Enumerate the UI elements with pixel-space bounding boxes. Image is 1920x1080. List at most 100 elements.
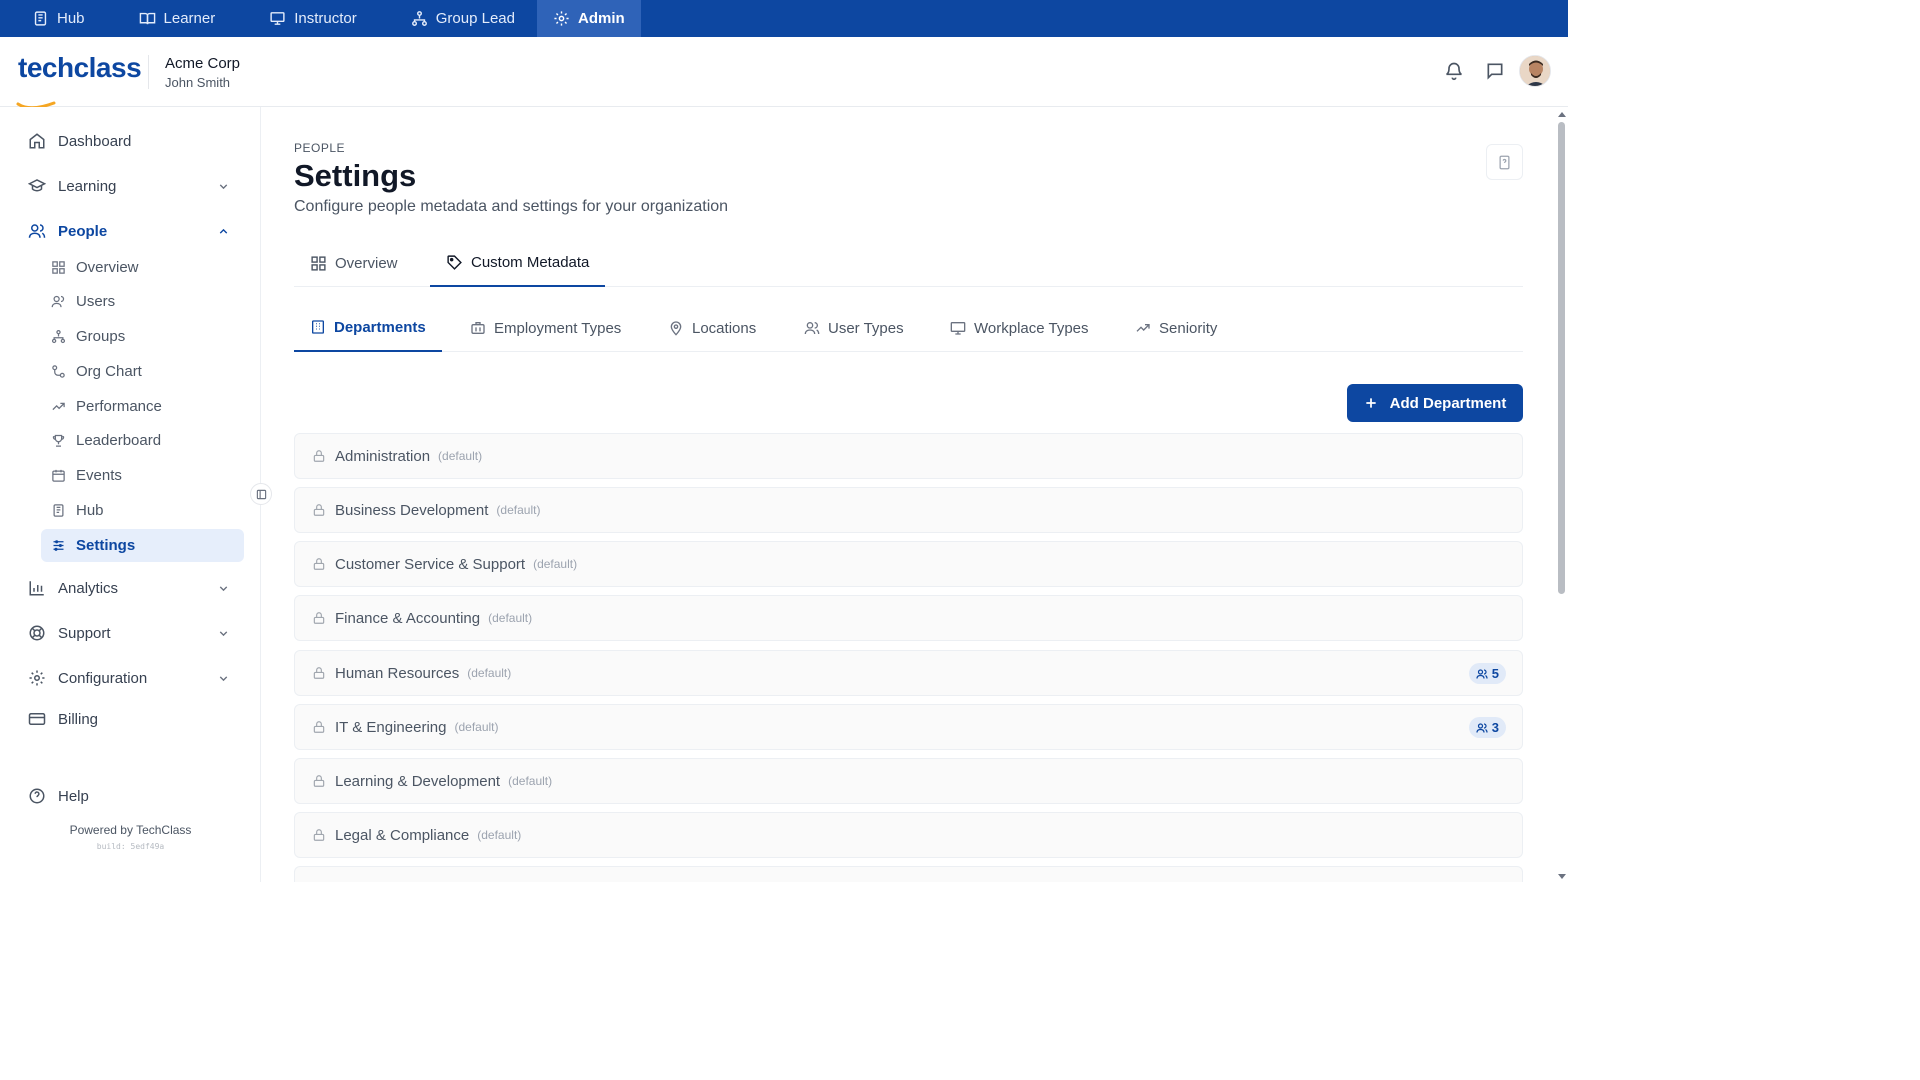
topnav-learner[interactable]: Learner: [107, 0, 238, 37]
user-avatar-icon: [1520, 56, 1550, 86]
subtab-seniority[interactable]: Seniority: [1119, 304, 1233, 352]
department-row[interactable]: Human Resources (default) 5: [294, 650, 1523, 696]
scroll-up-arrow[interactable]: [1558, 112, 1566, 117]
trophy-icon: [52, 434, 65, 447]
sidebar-subitem-groups[interactable]: Groups: [41, 320, 244, 353]
sidebar-subitem-label: Leaderboard: [76, 432, 162, 449]
department-row[interactable]: Legal & Compliance (default): [294, 812, 1523, 858]
subtab-employment-types[interactable]: Employment Types: [454, 304, 637, 352]
briefcase-icon: [471, 322, 485, 334]
default-tag: (default): [508, 774, 553, 788]
bell-icon: [1446, 62, 1462, 81]
subtab-user-types[interactable]: User Types: [788, 304, 920, 352]
notifications-button[interactable]: [1444, 61, 1464, 81]
sidebar-item-label: Analytics: [58, 579, 119, 597]
sidebar-subitem-settings[interactable]: Settings: [41, 529, 244, 562]
sidebar-subitem-performance[interactable]: Performance: [41, 390, 244, 423]
page-subtitle: Configure people metadata and settings f…: [294, 198, 729, 215]
department-row[interactable]: Business Development (default): [294, 487, 1523, 533]
sidebar-subitem-overview[interactable]: Overview: [41, 251, 244, 284]
sidebar-item-people[interactable]: People: [28, 219, 238, 243]
sidebar-item-billing[interactable]: Billing: [28, 707, 238, 731]
department-row[interactable]: IT & Engineering (default) 3: [294, 704, 1523, 750]
techclass-logo[interactable]: techclass: [18, 52, 142, 84]
sidebar-item-support[interactable]: Support: [28, 621, 238, 645]
tag-icon: [447, 255, 462, 270]
tab-overview[interactable]: Overview: [294, 240, 414, 287]
topnav-instructor[interactable]: Instructor: [237, 0, 379, 37]
trending-up-icon: [52, 402, 65, 411]
scroll-thumb[interactable]: [1558, 122, 1565, 594]
sidebar-item-learning[interactable]: Learning: [28, 174, 238, 198]
lock-icon: [313, 775, 325, 787]
department-row[interactable]: Finance & Accounting (default): [294, 595, 1523, 641]
sidebar-item-label: Dashboard: [58, 132, 132, 150]
chat-icon: [1487, 63, 1503, 80]
hierarchy-icon: [411, 11, 427, 26]
default-tag: (default): [467, 666, 512, 680]
member-count-badge: 5: [1468, 663, 1506, 684]
users-icon: [28, 224, 46, 238]
tab-label: Custom Metadata: [471, 254, 590, 271]
department-row[interactable]: Customer Service & Support (default): [294, 541, 1523, 587]
sidebar-subitem-label: Settings: [76, 537, 136, 554]
subtab-workplace-types[interactable]: Workplace Types: [934, 304, 1105, 352]
sidebar-subitem-label: Events: [76, 467, 122, 484]
plus-icon: [1365, 398, 1376, 408]
building-icon: [312, 320, 324, 334]
lock-icon: [313, 504, 325, 516]
sidebar-toggle-icon: [256, 489, 266, 499]
sidebar-item-configuration[interactable]: Configuration: [28, 666, 238, 690]
lock-icon: [313, 450, 325, 462]
sidebar-subitem-events[interactable]: Events: [41, 459, 244, 492]
chevron-down-icon: [219, 585, 228, 591]
messages-button[interactable]: [1485, 61, 1505, 81]
department-name: Legal & Compliance: [335, 826, 470, 844]
bar-chart-icon: [29, 581, 44, 596]
subtab-label: Departments: [334, 318, 426, 336]
sidebar-subitem-users[interactable]: Users: [41, 285, 244, 318]
department-row-partial[interactable]: [294, 866, 1523, 882]
metadata-subtabs: Departments Employment Types Locations U…: [294, 304, 1523, 352]
department-name: Human Resources: [335, 664, 460, 682]
user-avatar[interactable]: [1519, 55, 1551, 87]
sidebar-item-help[interactable]: Help: [28, 784, 238, 808]
page-scrollbar[interactable]: [1556, 110, 1568, 882]
breadcrumb: PEOPLE: [294, 141, 346, 155]
sidebar-subitem-org-chart[interactable]: Org Chart: [41, 355, 244, 388]
subtab-departments[interactable]: Departments: [294, 304, 442, 352]
sidebar-item-analytics[interactable]: Analytics: [28, 576, 238, 600]
gear-icon: [554, 11, 569, 26]
lock-icon: [313, 721, 325, 733]
scroll-down-arrow[interactable]: [1558, 874, 1566, 879]
lock-icon: [313, 829, 325, 841]
sidebar-collapse-button[interactable]: [250, 483, 272, 505]
sidebar-item-dashboard[interactable]: Dashboard: [28, 129, 238, 153]
sidebar-item-label: Support: [58, 624, 111, 642]
page-title: Settings: [294, 158, 417, 193]
department-row[interactable]: Administration (default): [294, 433, 1523, 479]
topnav-admin[interactable]: Admin: [537, 0, 641, 37]
sidebar-subitem-label: Performance: [76, 398, 162, 415]
chevron-down-icon: [219, 675, 228, 681]
page-help-button[interactable]: [1486, 144, 1523, 180]
tab-custom-metadata[interactable]: Custom Metadata: [430, 240, 606, 287]
sidebar-subitem-label: Org Chart: [76, 363, 142, 380]
subtab-label: Seniority: [1159, 319, 1218, 337]
sidebar-item-label: Help: [58, 787, 89, 805]
chevron-down-icon: [219, 183, 228, 189]
add-department-button[interactable]: Add Department: [1347, 384, 1523, 422]
sidebar-subitem-hub[interactable]: Hub: [41, 494, 244, 527]
map-pin-icon: [670, 321, 682, 336]
department-name: Finance & Accounting: [335, 609, 481, 627]
sidebar-subitem-leaderboard[interactable]: Leaderboard: [41, 424, 244, 457]
subtab-locations[interactable]: Locations: [652, 304, 772, 352]
primary-tabs: Overview Custom Metadata: [294, 240, 1523, 287]
topnav-group-lead[interactable]: Group Lead: [379, 0, 537, 37]
top-navigation: Hub Learner Instructor Group Lead Admin: [0, 0, 1568, 37]
sidebar-item-label: Billing: [58, 710, 99, 728]
topnav-instructor-label: Instructor: [294, 10, 357, 27]
topnav-hub[interactable]: Hub: [0, 0, 107, 37]
department-row[interactable]: Learning & Development (default): [294, 758, 1523, 804]
presentation-icon: [270, 12, 285, 25]
